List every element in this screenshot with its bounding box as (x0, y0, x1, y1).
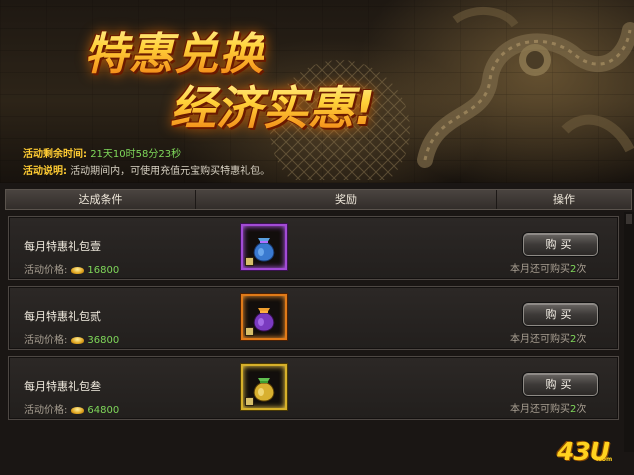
package-name: 每月特惠礼包贰 (24, 310, 101, 323)
lock-icon (245, 397, 254, 406)
gold-ingot-icon (71, 406, 85, 414)
event-description-text: 活动期间内，可使用充值元宝购买特惠礼包。 (70, 166, 271, 177)
remaining-suffix: 次 (576, 264, 587, 275)
remaining-suffix: 次 (576, 334, 587, 345)
package-price: 活动价格: 36800 (24, 331, 119, 346)
package-price: 活动价格: 16800 (24, 261, 119, 276)
table-row: 每月特惠礼包叁 活动价格: 64800 购买 本月还可购买2次 (8, 356, 619, 420)
column-header-reward: 奖励 (196, 190, 497, 209)
price-value: 36800 (87, 335, 120, 346)
column-header-action: 操作 (553, 193, 575, 206)
gold-gift-bag-icon[interactable] (241, 364, 287, 410)
price-label: 活动价格: (24, 335, 68, 346)
event-description-line: 活动说明: 活动期间内，可使用充值元宝购买特惠礼包。 (23, 162, 270, 177)
site-logo-domain: .com (596, 456, 613, 463)
package-name: 每月特惠礼包壹 (24, 240, 101, 253)
table-row: 每月特惠礼包贰 活动价格: 36800 购买 本月还可购买2次 (8, 286, 619, 350)
table-row: 每月特惠礼包壹 活动价格: 16800 购买 本月还可购买2次 (8, 216, 619, 280)
remaining-purchases: 本月还可购买2次 (510, 330, 586, 345)
buy-button[interactable]: 购买 (523, 373, 598, 396)
lock-icon (245, 257, 254, 266)
remaining-purchases: 本月还可购买2次 (510, 400, 586, 415)
lock-icon (245, 327, 254, 336)
price-label: 活动价格: (24, 265, 68, 276)
remaining-suffix: 次 (576, 404, 587, 415)
package-name: 每月特惠礼包叁 (24, 380, 101, 393)
remaining-prefix: 本月还可购买 (510, 404, 570, 415)
price-value: 64800 (87, 405, 120, 416)
package-price: 活动价格: 64800 (24, 401, 119, 416)
table-header: 达成条件 奖励 操作 (5, 189, 632, 210)
orange-gift-bag-icon[interactable] (241, 294, 287, 340)
purple-gift-bag-icon[interactable] (241, 224, 287, 270)
banner-title-line2: 经济实惠! (170, 72, 375, 138)
buy-button[interactable]: 购买 (523, 303, 598, 326)
price-value: 16800 (87, 265, 120, 276)
event-description-label: 活动说明: (23, 166, 67, 177)
dragon-relief-decoration (417, 6, 634, 168)
remaining-time-line: 活动剩余时间: 21天10时58分23秒 (23, 145, 181, 160)
buy-button[interactable]: 购买 (523, 233, 598, 256)
column-header-condition: 达成条件 (6, 190, 196, 209)
remaining-prefix: 本月还可购买 (510, 334, 570, 345)
price-label: 活动价格: (24, 405, 68, 416)
scrollbar-thumb[interactable] (626, 214, 632, 224)
gold-ingot-icon (71, 266, 85, 274)
remaining-purchases: 本月还可购买2次 (510, 260, 586, 275)
remaining-prefix: 本月还可购买 (510, 264, 570, 275)
scrollbar-track[interactable] (624, 212, 634, 452)
remaining-time-label: 活动剩余时间: (23, 149, 87, 160)
remaining-time-value: 21天10时58分23秒 (90, 149, 182, 160)
event-banner: 特惠兑换 经济实惠! 活动剩余时间: 21天10时58分23秒 活动说明: 活动… (0, 0, 634, 183)
gold-ingot-icon (71, 336, 85, 344)
